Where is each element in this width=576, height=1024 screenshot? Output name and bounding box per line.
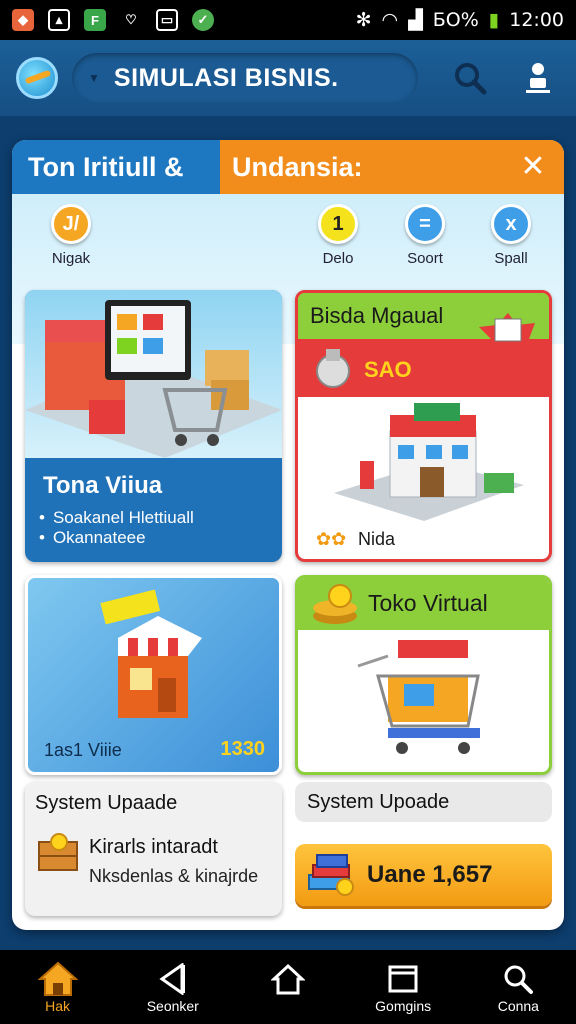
back-icon [159, 963, 185, 995]
crate-icon [38, 833, 78, 871]
virtual-shop-title: Toko Virtual [368, 590, 488, 616]
sale-card-price: Nida [358, 529, 396, 549]
sale-card-title: Bisda Mgaual [310, 303, 444, 328]
shop-stall-illustration [100, 589, 202, 718]
bottom-navigation: Hak Seonker Gomgins Conna [0, 950, 576, 1024]
shop-building-illustration [334, 403, 524, 521]
tool-soort[interactable]: = Soort [390, 204, 460, 267]
tools-icon: x [491, 204, 531, 244]
upgrade-line-1: Kirarls intaradt [89, 836, 218, 858]
gallery-notification-icon: ▴ [48, 9, 70, 31]
bullet-item: Okannateee [39, 528, 194, 548]
heart-notification-icon: ♡ [125, 12, 137, 27]
flag-notification-icon: F [84, 9, 106, 31]
profile-button[interactable] [516, 56, 560, 100]
number-one-icon: 1 [318, 204, 358, 244]
purchase-button-label: Uane 1,657 [367, 861, 493, 888]
tool-delo[interactable]: 1 Delo [303, 204, 373, 267]
nav-home-outline[interactable] [230, 950, 345, 1024]
nav-home[interactable]: Hak [0, 950, 115, 1024]
search-icon [504, 965, 534, 994]
signal-icon: ▟ [408, 9, 423, 31]
tool-label: Delo [322, 250, 354, 267]
shop-card[interactable]: 1as1 Viiie 1330 [25, 575, 282, 775]
purchase-button[interactable]: Uane 1,657 [295, 844, 552, 906]
notification-app-icon: ◆ [12, 9, 34, 31]
status-bar: ◆ ▴ F ♡ ▭ ✓ ✻ ◠ ▟ БО% ▮ 12:00 [0, 0, 576, 40]
clock: 12:00 [509, 9, 564, 31]
store-card-title: Tona Viiua [43, 472, 163, 499]
shopping-cart-illustration [357, 640, 480, 754]
tool-spall[interactable]: x Spall [476, 204, 546, 267]
chevron-down-icon: ▼ [88, 71, 100, 85]
tool-label: Nigak [51, 250, 91, 267]
calendar-notification-icon: ▭ [156, 9, 178, 31]
scale-icon [316, 349, 350, 388]
system-upgrade-header: System Upoade [295, 782, 552, 822]
nav-back[interactable]: Seonker [115, 950, 230, 1024]
bullet-item: Soakanel Hlettiuall [39, 508, 194, 528]
tool-label: Soort [407, 250, 443, 267]
recents-icon [388, 965, 418, 993]
business-panel: Ton Iritiull & Undansia: ✕ J/ Nigak 1 De… [12, 140, 564, 930]
page-title: SIMULASI BISNIS. [113, 63, 339, 92]
user-icon [526, 63, 550, 93]
shop-card-coins: 1330 [220, 738, 266, 760]
store-card[interactable]: Tona Viiua Soakanel Hlettiuall Okannatee… [25, 290, 282, 562]
nav-label: Hak [45, 998, 71, 1014]
money-stack-icon [308, 854, 354, 896]
nav-label: Gomgins [375, 998, 432, 1014]
nigak-icon: J/ [51, 204, 91, 244]
battery-icon: ▮ [488, 9, 500, 31]
system-upgrade-card[interactable]: System Upaade Kirarls intaradt Nksdenlas… [25, 782, 282, 916]
battery-percent: БО% [432, 9, 479, 31]
nav-recents[interactable]: Gomgins [346, 950, 461, 1024]
sale-banner: SAO [298, 313, 549, 397]
panel-header-left: Ton Iritiull & [12, 140, 220, 194]
tablet-badge-icon [479, 313, 539, 365]
nav-label: Seonker [146, 998, 199, 1014]
app-notification-icon: ✓ [192, 9, 214, 31]
home-icon [37, 961, 78, 996]
app-logo[interactable] [16, 57, 58, 99]
upgrade-line-2: Nksdenlas & kinajrde [89, 866, 259, 886]
home-outline-icon [270, 963, 305, 995]
sort-icon: = [405, 204, 445, 244]
shop-card-label: 1as1 Viiie [44, 740, 122, 760]
virtual-shop-card[interactable]: Toko Virtual [295, 575, 552, 775]
store-card-bullets: Soakanel Hlettiuall Okannateee [39, 508, 194, 548]
app-bar: ▼ SIMULASI BISNIS. [0, 40, 576, 116]
system-upgrade-title-right: System Upoade [307, 791, 450, 813]
coin-icon: ✿✿ [316, 529, 347, 549]
nav-search[interactable]: Conna [461, 950, 576, 1024]
close-button[interactable]: ✕ [516, 150, 550, 184]
search-icon [455, 63, 487, 95]
store-illustration [25, 290, 282, 458]
title-dropdown[interactable]: ▼ SIMULASI BISNIS. [72, 53, 418, 103]
close-icon: ✕ [520, 150, 546, 183]
nav-label: Conna [497, 998, 539, 1014]
sale-card[interactable]: Bisda Mgaual SAO ✿✿ Nida [295, 290, 552, 562]
panel-header-right: Undansia: [220, 140, 564, 194]
search-button[interactable] [448, 56, 492, 100]
coins-icon [313, 584, 357, 624]
sale-badge: SAO [364, 357, 412, 382]
wifi-icon: ◠ [381, 9, 399, 31]
tool-nigak[interactable]: J/ Nigak [36, 204, 106, 267]
system-upgrade-title: System Upaade [35, 792, 178, 814]
bluetooth-icon: ✻ [355, 9, 372, 31]
tool-label: Spall [494, 250, 528, 267]
